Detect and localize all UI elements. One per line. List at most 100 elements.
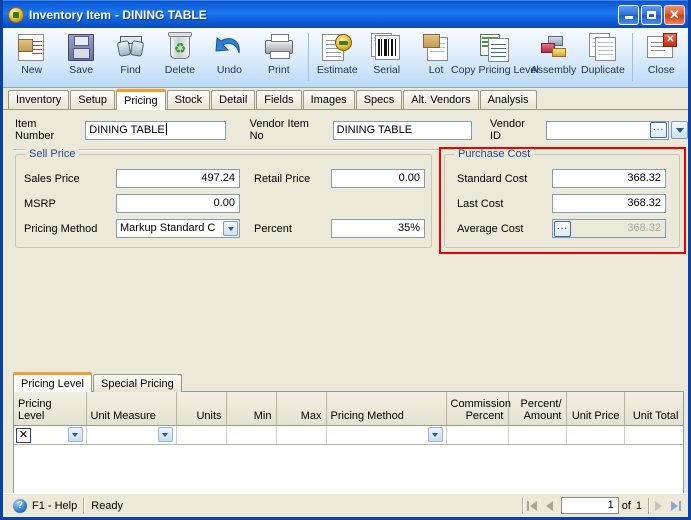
inventory-item-window: Inventory Item - DINING TABLE ✕ New Save… [0, 0, 691, 520]
grid-col-unit-measure[interactable]: Unit Measure [86, 392, 177, 426]
vendor-id-dropdown-button[interactable] [671, 121, 688, 139]
tab-label-fields: Fields [264, 94, 294, 106]
tab-label-inventory: Inventory [16, 94, 62, 106]
toolbar-button-save[interactable]: Save [56, 31, 105, 85]
toolbar-button-new[interactable]: New [7, 31, 56, 85]
average-cost-ellipsis-button[interactable]: ... [554, 220, 571, 237]
maximize-button[interactable] [641, 4, 662, 25]
toolbar-button-print[interactable]: Print [254, 31, 303, 85]
toolbar-button-lot[interactable]: Lot [411, 31, 460, 85]
toolbar-label-delete: Delete [164, 64, 196, 76]
cell-unit-price[interactable] [566, 425, 625, 445]
cell-pricing-method[interactable] [326, 425, 447, 445]
cell-min[interactable] [226, 425, 277, 445]
toolbar-button-estimate[interactable]: Estimate [313, 31, 362, 85]
chevron-down-icon[interactable] [223, 221, 238, 236]
vendor-id-input[interactable]: ... [545, 120, 670, 140]
grid-col-min[interactable]: Min [226, 392, 277, 426]
vendor-item-no-label: Vendor Item No [249, 118, 309, 142]
tab-images[interactable]: Images [302, 90, 355, 109]
toolbar-label-print: Print [268, 64, 290, 76]
grid-header-row: Pricing Level Unit Measure Units Min Max… [14, 392, 683, 426]
cell-unit-measure[interactable] [86, 425, 177, 445]
last-record-icon[interactable] [667, 497, 684, 514]
tab-stock[interactable]: Stock [166, 90, 211, 109]
unit-measure-cell-chevron-down-icon[interactable] [157, 427, 173, 442]
cell-units[interactable] [176, 425, 227, 445]
cell-pricing-level[interactable]: ✕ [14, 425, 87, 445]
undo-arrow-svg [215, 37, 241, 54]
window-subtitle: - DINING TABLE [115, 7, 207, 22]
cell-max[interactable] [276, 425, 327, 445]
tab-alt-vendors[interactable]: Alt. Vendors [403, 90, 479, 109]
grid-col-unit-price[interactable]: Unit Price [566, 392, 625, 426]
average-cost-row: Average Cost ... 368.32 [457, 219, 666, 238]
tab-pricing[interactable]: Pricing [116, 89, 166, 110]
tab-inventory[interactable]: Inventory [8, 90, 70, 109]
table-row[interactable]: ✕ [14, 425, 683, 445]
percent-input[interactable]: 35% [331, 219, 425, 238]
vendor-item-no-input[interactable]: DINING TABLE [332, 120, 472, 140]
retail-price-input[interactable]: 0.00 [331, 169, 425, 188]
tab-specs[interactable]: Specs [355, 90, 403, 109]
average-cost-value: 368.32 [627, 222, 661, 234]
previous-record-icon[interactable] [541, 497, 558, 514]
cell-commission-percent[interactable] [446, 425, 509, 445]
item-number-input[interactable]: DINING TABLE [85, 120, 226, 140]
toolbar-button-undo[interactable]: Undo [205, 31, 254, 85]
grid-col-commission-percent[interactable]: Commission Percent [446, 392, 511, 426]
grid-col-units[interactable]: Units [176, 392, 227, 426]
vendor-id-ellipsis-button[interactable]: ... [650, 122, 668, 138]
toolbar-label-assembly: Assembly [530, 64, 577, 76]
pricing-level-cell-chevron-down-icon[interactable] [67, 427, 83, 442]
cell-unit-total[interactable] [624, 425, 683, 445]
of-label: of [621, 499, 631, 512]
tab-detail[interactable]: Detail [211, 90, 256, 109]
sales-price-input[interactable]: 497.24 [116, 169, 240, 188]
pricing-sub-tab-strip: Pricing Level Special Pricing [13, 372, 183, 392]
standard-cost-row: Standard Cost 368.32 [457, 169, 666, 188]
grid-col-pricing-method[interactable]: Pricing Method [326, 392, 447, 426]
assembly-icon [538, 32, 570, 63]
toolbar-label-duplicate: Duplicate [581, 64, 625, 76]
help-segment[interactable]: ? F1 - Help [7, 497, 83, 515]
tab-analysis[interactable]: Analysis [479, 90, 537, 109]
page-number-input[interactable]: 1 [560, 497, 619, 514]
grid-col-max[interactable]: Max [276, 392, 327, 426]
subtab-special-pricing[interactable]: Special Pricing [92, 374, 182, 392]
first-record-icon[interactable] [524, 497, 541, 514]
sell-price-group-title: Sell Price [25, 148, 80, 160]
grid-col-pricing-level[interactable]: Pricing Level [14, 392, 87, 426]
cell-percent-amount[interactable] [508, 425, 567, 445]
text-caret [165, 122, 167, 135]
toolbar-button-close[interactable]: ✕ Close [637, 31, 686, 85]
minimize-button[interactable] [618, 4, 639, 25]
tab-label-detail: Detail [219, 94, 248, 106]
grid-col-percent-amount[interactable]: Percent/ Amount [508, 392, 567, 426]
msrp-label: MSRP [24, 197, 56, 210]
close-document-icon: ✕ [645, 32, 678, 63]
toolbar-button-delete[interactable]: ♻ Delete [155, 31, 204, 85]
grid-col-unit-total[interactable]: Unit Total [624, 392, 683, 426]
msrp-input[interactable]: 0.00 [116, 194, 240, 213]
average-cost-label: Average Cost [457, 222, 524, 235]
standard-cost-input[interactable]: 368.32 [552, 169, 666, 188]
toolbar-button-duplicate[interactable]: Duplicate [578, 31, 627, 85]
toolbar-button-find[interactable]: Find [106, 31, 155, 85]
toolbar-label-serial: Serial [373, 64, 401, 76]
standard-cost-label: Standard Cost [457, 172, 528, 185]
close-button[interactable]: ✕ [664, 4, 685, 25]
tab-setup[interactable]: Setup [70, 90, 115, 109]
toolbar-button-copy-pricing-level[interactable]: Copy Pricing Level [451, 31, 539, 85]
tab-fields[interactable]: Fields [256, 90, 302, 109]
close-icon: ✕ [669, 7, 680, 22]
pricing-method-combo[interactable]: Markup Standard C [116, 219, 240, 238]
item-number-value: DINING TABLE [89, 123, 165, 136]
last-cost-input[interactable]: 368.32 [552, 194, 666, 213]
pricing-method-cell-chevron-down-icon[interactable] [427, 427, 443, 442]
subtab-pricing-level[interactable]: Pricing Level [13, 372, 92, 392]
next-record-icon[interactable] [650, 497, 667, 514]
toolbar-button-assembly[interactable]: Assembly [529, 31, 578, 85]
toolbar-button-serial[interactable]: Serial [362, 31, 411, 85]
row-marker-icon[interactable]: ✕ [16, 427, 31, 443]
